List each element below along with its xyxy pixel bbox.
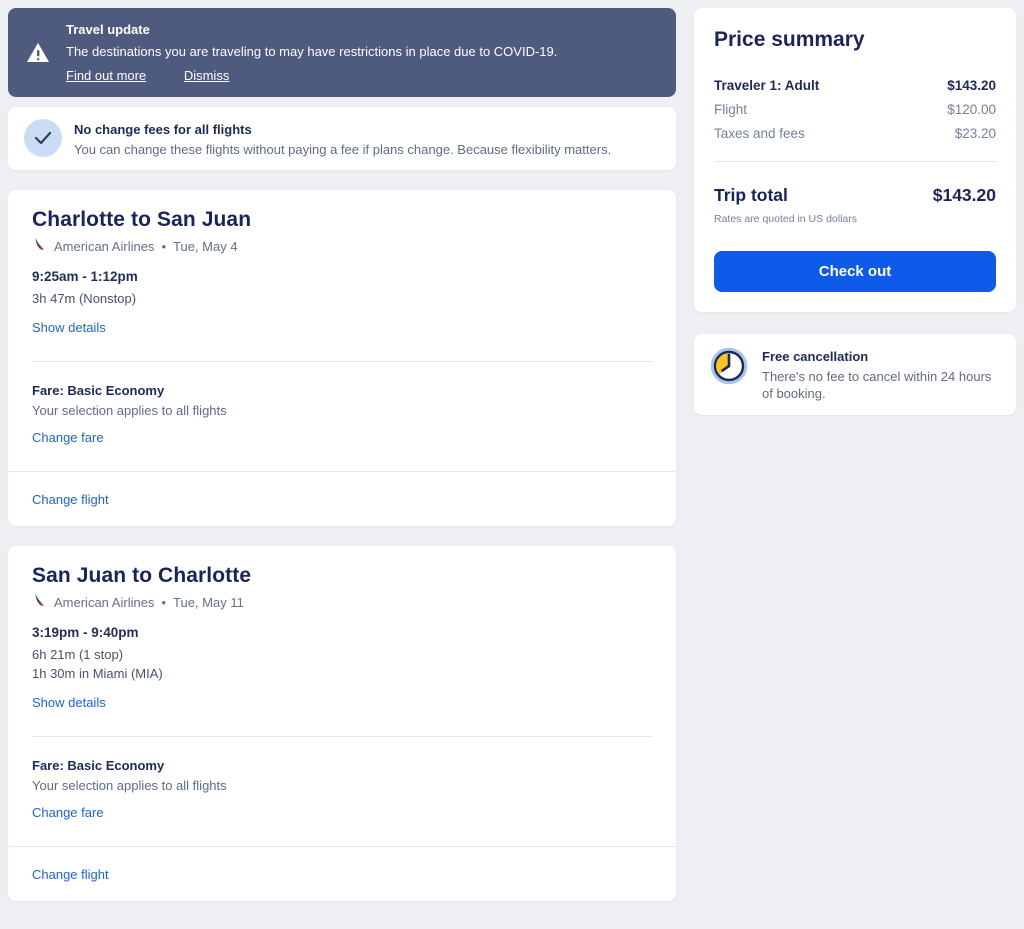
flight-summary: San Juan to Charlotte American Airlines … xyxy=(8,546,676,737)
flight-times: 9:25am - 1:12pm xyxy=(32,269,652,284)
bullet-separator: • xyxy=(161,595,166,610)
trip-total-label: Trip total xyxy=(714,185,788,206)
change-flight-section: Change flight xyxy=(8,472,676,526)
airline-name: American Airlines xyxy=(54,239,154,254)
price-summary-card: Price summary Traveler 1: Adult $143.20 … xyxy=(694,8,1016,312)
flight-layover: 1h 30m in Miami (MIA) xyxy=(32,664,652,683)
dismiss-link[interactable]: Dismiss xyxy=(184,68,230,83)
flight-summary: Charlotte to San Juan American Airlines … xyxy=(8,190,676,362)
price-row-taxes: Taxes and fees $23.20 xyxy=(714,126,996,141)
flight-duration: 3h 47m (Nonstop) xyxy=(32,289,652,308)
price-row-label: Flight xyxy=(714,102,747,117)
free-cancellation-card: Free cancellation There's no fee to canc… xyxy=(694,334,1016,415)
main-column: Travel update The destinations you are t… xyxy=(8,8,676,921)
trip-total-value: $143.20 xyxy=(933,185,996,206)
flight-card-outbound: Charlotte to San Juan American Airlines … xyxy=(8,190,676,526)
fare-title: Fare: Basic Economy xyxy=(32,758,652,773)
price-row-traveler: Traveler 1: Adult $143.20 xyxy=(714,78,996,93)
checkmark-icon xyxy=(24,119,62,157)
flight-times: 3:19pm - 9:40pm xyxy=(32,625,652,640)
fare-title: Fare: Basic Economy xyxy=(32,383,652,398)
price-row-value: $143.20 xyxy=(947,78,996,93)
change-flight-link[interactable]: Change flight xyxy=(32,492,109,507)
no-change-fees-title: No change fees for all flights xyxy=(74,122,611,137)
airline-name: American Airlines xyxy=(54,595,154,610)
no-change-fees-card: No change fees for all flights You can c… xyxy=(8,107,676,170)
flight-date: Tue, May 4 xyxy=(173,239,238,254)
travel-update-banner: Travel update The destinations you are t… xyxy=(8,8,676,97)
banner-links: Find out more Dismiss xyxy=(66,68,557,83)
airline-row: American Airlines • Tue, May 4 xyxy=(32,237,652,255)
no-change-fees-text: No change fees for all flights You can c… xyxy=(74,119,611,158)
show-details-link[interactable]: Show details xyxy=(32,320,106,335)
free-cancellation-body: There's no fee to cancel within 24 hours… xyxy=(762,368,1000,402)
free-cancellation-text: Free cancellation There's no fee to canc… xyxy=(762,347,1000,402)
checkout-page: Travel update The destinations you are t… xyxy=(0,0,1024,929)
free-cancellation-title: Free cancellation xyxy=(762,349,1000,364)
fare-section: Fare: Basic Economy Your selection appli… xyxy=(8,362,676,471)
flight-title: Charlotte to San Juan xyxy=(32,208,652,232)
clock-icon xyxy=(710,347,748,390)
fare-section: Fare: Basic Economy Your selection appli… xyxy=(8,737,676,846)
banner-title: Travel update xyxy=(66,22,557,37)
fare-note: Your selection applies to all flights xyxy=(32,778,652,793)
rates-note: Rates are quoted in US dollars xyxy=(714,213,996,225)
trip-total-row: Trip total $143.20 xyxy=(714,185,996,206)
change-flight-link[interactable]: Change flight xyxy=(32,867,109,882)
airline-row: American Airlines • Tue, May 11 xyxy=(32,593,652,611)
change-fare-link[interactable]: Change fare xyxy=(32,430,104,445)
sidebar-column: Price summary Traveler 1: Adult $143.20 … xyxy=(694,8,1016,415)
price-row-label: Traveler 1: Adult xyxy=(714,78,819,93)
divider xyxy=(714,161,996,162)
banner-message: The destinations you are traveling to ma… xyxy=(66,44,557,59)
price-row-value: $120.00 xyxy=(947,102,996,117)
find-out-more-link[interactable]: Find out more xyxy=(66,68,146,83)
price-summary-title: Price summary xyxy=(714,28,996,52)
price-row-label: Taxes and fees xyxy=(714,126,805,141)
flight-title: San Juan to Charlotte xyxy=(32,564,652,588)
show-details-link[interactable]: Show details xyxy=(32,695,106,710)
bullet-separator: • xyxy=(161,239,166,254)
price-row-flight: Flight $120.00 xyxy=(714,102,996,117)
change-fare-link[interactable]: Change fare xyxy=(32,805,104,820)
flight-duration: 6h 21m (1 stop) xyxy=(32,645,652,664)
flight-date: Tue, May 11 xyxy=(173,595,244,610)
change-flight-section: Change flight xyxy=(8,847,676,901)
banner-content: Travel update The destinations you are t… xyxy=(66,22,557,83)
airline-logo-icon xyxy=(32,593,47,611)
price-row-value: $23.20 xyxy=(955,126,996,141)
warning-icon xyxy=(25,22,51,83)
no-change-fees-subtitle: You can change these flights without pay… xyxy=(74,141,611,158)
airline-logo-icon xyxy=(32,237,47,255)
flight-card-return: San Juan to Charlotte American Airlines … xyxy=(8,546,676,901)
check-out-button[interactable]: Check out xyxy=(714,251,996,292)
fare-note: Your selection applies to all flights xyxy=(32,403,652,418)
